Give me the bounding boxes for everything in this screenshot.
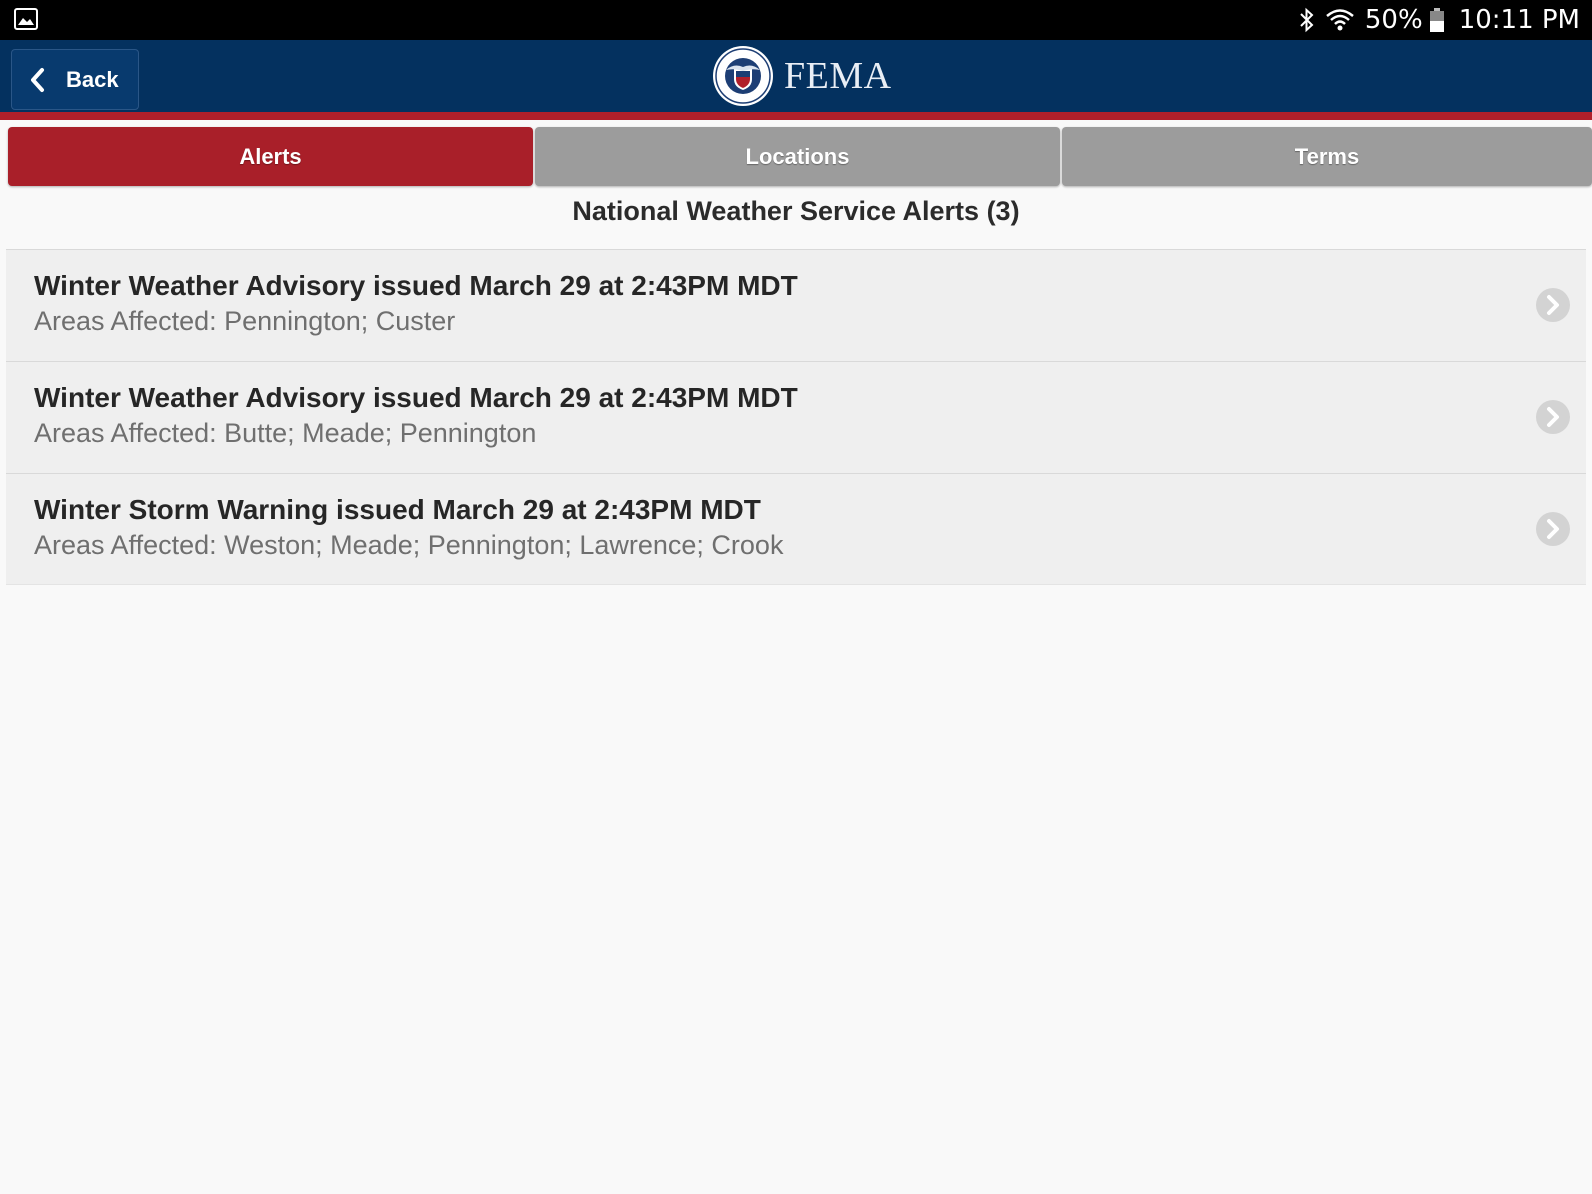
alert-areas: Areas Affected: Butte; Meade; Pennington (34, 418, 537, 448)
app-header: Back FEMA (0, 40, 1592, 112)
list-item[interactable]: Winter Storm Warning issued March 29 at … (6, 473, 1586, 585)
bluetooth-icon (1299, 7, 1315, 33)
alert-title: Winter Weather Advisory issued March 29 … (34, 270, 798, 301)
alert-title: Winter Weather Advisory issued March 29 … (34, 382, 798, 413)
tab-locations[interactable]: Locations (535, 127, 1060, 186)
tab-alerts[interactable]: Alerts (8, 127, 533, 186)
list-item[interactable]: Winter Weather Advisory issued March 29 … (6, 361, 1586, 473)
clock: 10:11 PM (1458, 5, 1580, 35)
brand-name: FEMA (784, 55, 892, 97)
dhs-seal-logo (713, 46, 773, 106)
status-indicators: 50% 10:11 PM (1299, 0, 1580, 40)
chevron-right-icon (1536, 512, 1570, 546)
alert-areas: Areas Affected: Pennington; Custer (34, 306, 456, 336)
wifi-icon (1325, 7, 1355, 33)
section-title: National Weather Service Alerts (3) (572, 196, 1020, 226)
tab-bar: Alerts Locations Terms (8, 127, 1592, 186)
status-bar: 50% 10:11 PM (0, 0, 1592, 40)
brand: FEMA (712, 44, 892, 108)
tab-terms[interactable]: Terms (1062, 127, 1592, 186)
battery-percent: 50% (1364, 5, 1423, 35)
alert-list: Winter Weather Advisory issued March 29 … (6, 249, 1586, 585)
chevron-left-icon (26, 66, 48, 94)
gallery-icon (14, 8, 38, 30)
alert-areas: Areas Affected: Weston; Meade; Penningto… (34, 530, 784, 560)
battery-icon (1429, 7, 1445, 33)
header-stripe (0, 112, 1592, 120)
chevron-right-icon (1536, 288, 1570, 322)
back-button[interactable]: Back (11, 49, 139, 110)
alert-title: Winter Storm Warning issued March 29 at … (34, 494, 761, 525)
chevron-right-icon (1536, 400, 1570, 434)
back-button-label: Back (66, 66, 119, 92)
list-item[interactable]: Winter Weather Advisory issued March 29 … (6, 249, 1586, 361)
